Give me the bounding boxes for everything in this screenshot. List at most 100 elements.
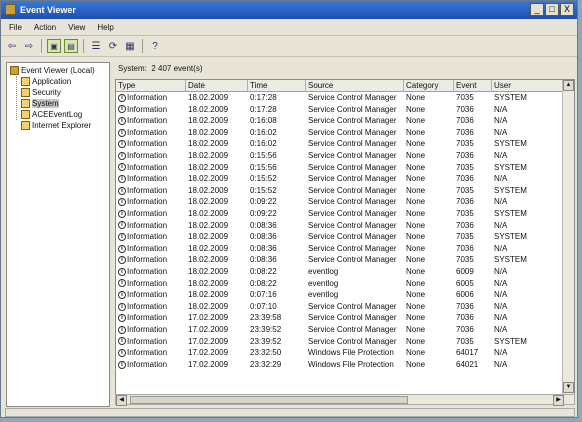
table-cell: 7036: [456, 174, 474, 184]
event-type-label: Information: [127, 359, 168, 369]
table-row[interactable]: i Information 18.02.2009 0:08:22 eventlog Non…: [116, 278, 574, 290]
menu-action[interactable]: Action: [34, 23, 56, 32]
event-type-label: Information: [127, 127, 168, 137]
vertical-scrollbar[interactable]: ▲ ▼: [562, 80, 574, 404]
event-type-label: Information: [127, 185, 168, 195]
information-icon: i: [118, 151, 126, 160]
table-cell: None: [406, 267, 426, 276]
tree-item-aceeventlog[interactable]: ACEEventLog: [21, 109, 82, 119]
table-row[interactable]: i Information 18.02.2009 0:07:10 Service Con…: [116, 301, 574, 313]
log-name: System: [118, 64, 145, 73]
column-header-type[interactable]: Type: [116, 80, 186, 91]
table-row[interactable]: i Information 18.02.2009 0:09:22 Service Con…: [116, 196, 574, 208]
table-cell: 0:08:36: [250, 255, 277, 265]
table-row[interactable]: i Information 18.02.2009 0:16:08 Service Con…: [116, 115, 574, 127]
table-cell: 18.02.2009: [188, 162, 229, 172]
table-row[interactable]: i Information 18.02.2009 0:08:36 Service Con…: [116, 220, 574, 232]
column-header-user[interactable]: User: [492, 80, 564, 91]
table-row[interactable]: i Information 17.02.2009 23:39:58 Service Co…: [116, 312, 574, 324]
information-icon: i: [118, 175, 126, 184]
menu-file[interactable]: File: [9, 23, 22, 32]
menu-view[interactable]: View: [68, 23, 85, 32]
table-row[interactable]: i Information 18.02.2009 0:08:36 Service Con…: [116, 231, 574, 243]
table-cell: N/A: [494, 313, 508, 323]
export-list-icon[interactable]: ▦: [123, 39, 137, 53]
table-cell: 0:15:52: [250, 185, 277, 195]
tree-root[interactable]: Event Viewer (Local): [10, 65, 95, 75]
scroll-down-icon[interactable]: ▼: [563, 382, 574, 393]
table-cell: None: [406, 348, 426, 358]
table-row[interactable]: i Information 18.02.2009 0:09:22 Service Con…: [116, 208, 574, 220]
table-cell: eventlog: [308, 267, 339, 276]
refresh-icon[interactable]: ⟳: [106, 39, 120, 53]
table-cell: 18.02.2009: [188, 255, 229, 265]
log-file-icon: [21, 120, 30, 130]
menu-help[interactable]: Help: [97, 23, 113, 32]
table-row[interactable]: i Information 17.02.2009 23:32:29 Windows Fi…: [116, 359, 574, 371]
table-cell: 64021: [456, 359, 479, 369]
table-cell: 0:15:52: [250, 174, 277, 184]
table-row[interactable]: i Information 18.02.2009 0:16:02 Service Con…: [116, 127, 574, 139]
table-cell: 7036: [456, 127, 474, 137]
log-file-icon: [21, 76, 30, 86]
up-folder-icon[interactable]: ▣: [47, 39, 61, 53]
log-file-icon: [21, 98, 30, 108]
tree-item-system[interactable]: System: [21, 98, 59, 108]
horizontal-scrollbar[interactable]: ◀ ▶: [115, 394, 575, 406]
back-arrow-icon[interactable]: ⇦: [5, 39, 19, 53]
tree-item-internet-explorer[interactable]: Internet Explorer: [21, 120, 91, 130]
event-type-cell: i Information: [118, 232, 167, 241]
tree-item-application[interactable]: Application: [21, 76, 71, 86]
table-row[interactable]: i Information 17.02.2009 23:39:52 Service Co…: [116, 336, 574, 348]
event-type-label: Information: [127, 197, 168, 207]
scroll-left-icon[interactable]: ◀: [116, 395, 127, 406]
table-row[interactable]: i Information 18.02.2009 0:08:36 Service Con…: [116, 243, 574, 255]
tree-item-security[interactable]: Security: [21, 87, 61, 97]
table-cell: None: [406, 359, 426, 369]
help-icon[interactable]: ?: [148, 39, 162, 53]
horizontal-scroll-thumb[interactable]: [130, 396, 408, 404]
table-cell: None: [406, 93, 426, 102]
close-button[interactable]: X: [560, 3, 574, 16]
event-type-label: Information: [127, 151, 168, 160]
column-header-category[interactable]: Category: [404, 80, 454, 91]
properties-icon[interactable]: ☰: [89, 39, 103, 53]
column-header-source[interactable]: Source: [306, 80, 404, 91]
table-cell: None: [406, 325, 426, 334]
scroll-up-icon[interactable]: ▲: [563, 80, 574, 91]
table-row[interactable]: i Information 18.02.2009 0:15:52 Service Con…: [116, 173, 574, 185]
table-cell: N/A: [494, 197, 508, 207]
table-cell: N/A: [494, 278, 508, 288]
table-cell: 18.02.2009: [188, 151, 229, 160]
minimize-button[interactable]: _: [530, 3, 544, 16]
column-header-event[interactable]: Event: [454, 80, 492, 91]
information-icon: i: [118, 186, 126, 195]
table-cell: 18.02.2009: [188, 267, 229, 276]
column-header-date[interactable]: Date: [186, 80, 248, 91]
table-cell: 7035: [456, 232, 474, 242]
maximize-button[interactable]: □: [545, 3, 559, 16]
scroll-right-icon[interactable]: ▶: [553, 395, 564, 406]
table-row[interactable]: i Information 18.02.2009 0:15:56 Service Con…: [116, 150, 574, 162]
table-row[interactable]: i Information 18.02.2009 0:07:16 eventlog Non…: [116, 289, 574, 301]
column-header-time[interactable]: Time: [248, 80, 306, 91]
table-row[interactable]: i Information 18.02.2009 0:17:28 Service Con…: [116, 92, 574, 104]
table-row[interactable]: i Information 18.02.2009 0:15:56 Service Con…: [116, 162, 574, 174]
table-cell: 0:16:02: [250, 139, 277, 149]
table-cell: 6006: [456, 290, 474, 300]
table-row[interactable]: i Information 18.02.2009 0:17:28 Service Con…: [116, 104, 574, 116]
table-row[interactable]: i Information 18.02.2009 0:15:52 Service Con…: [116, 185, 574, 197]
event-type-label: Information: [127, 267, 168, 276]
table-row[interactable]: i Information 18.02.2009 0:08:22 eventlog Non…: [116, 266, 574, 278]
table-row[interactable]: i Information 17.02.2009 23:39:52 Service Co…: [116, 324, 574, 336]
table-row[interactable]: i Information 18.02.2009 0:16:02 Service Con…: [116, 138, 574, 150]
information-icon: i: [118, 302, 126, 311]
table-cell: 18.02.2009: [188, 93, 229, 102]
title-bar[interactable]: Event Viewer _ □ X: [1, 1, 577, 19]
forward-arrow-icon[interactable]: ⇨: [22, 39, 36, 53]
table-cell: None: [406, 197, 426, 207]
table-row[interactable]: i Information 17.02.2009 23:32:50 Windows Fi…: [116, 347, 574, 359]
table-row[interactable]: i Information 18.02.2009 0:08:36 Service Con…: [116, 254, 574, 266]
show-hide-tree-icon[interactable]: ▤: [64, 39, 78, 53]
log-file-icon: [21, 87, 30, 97]
